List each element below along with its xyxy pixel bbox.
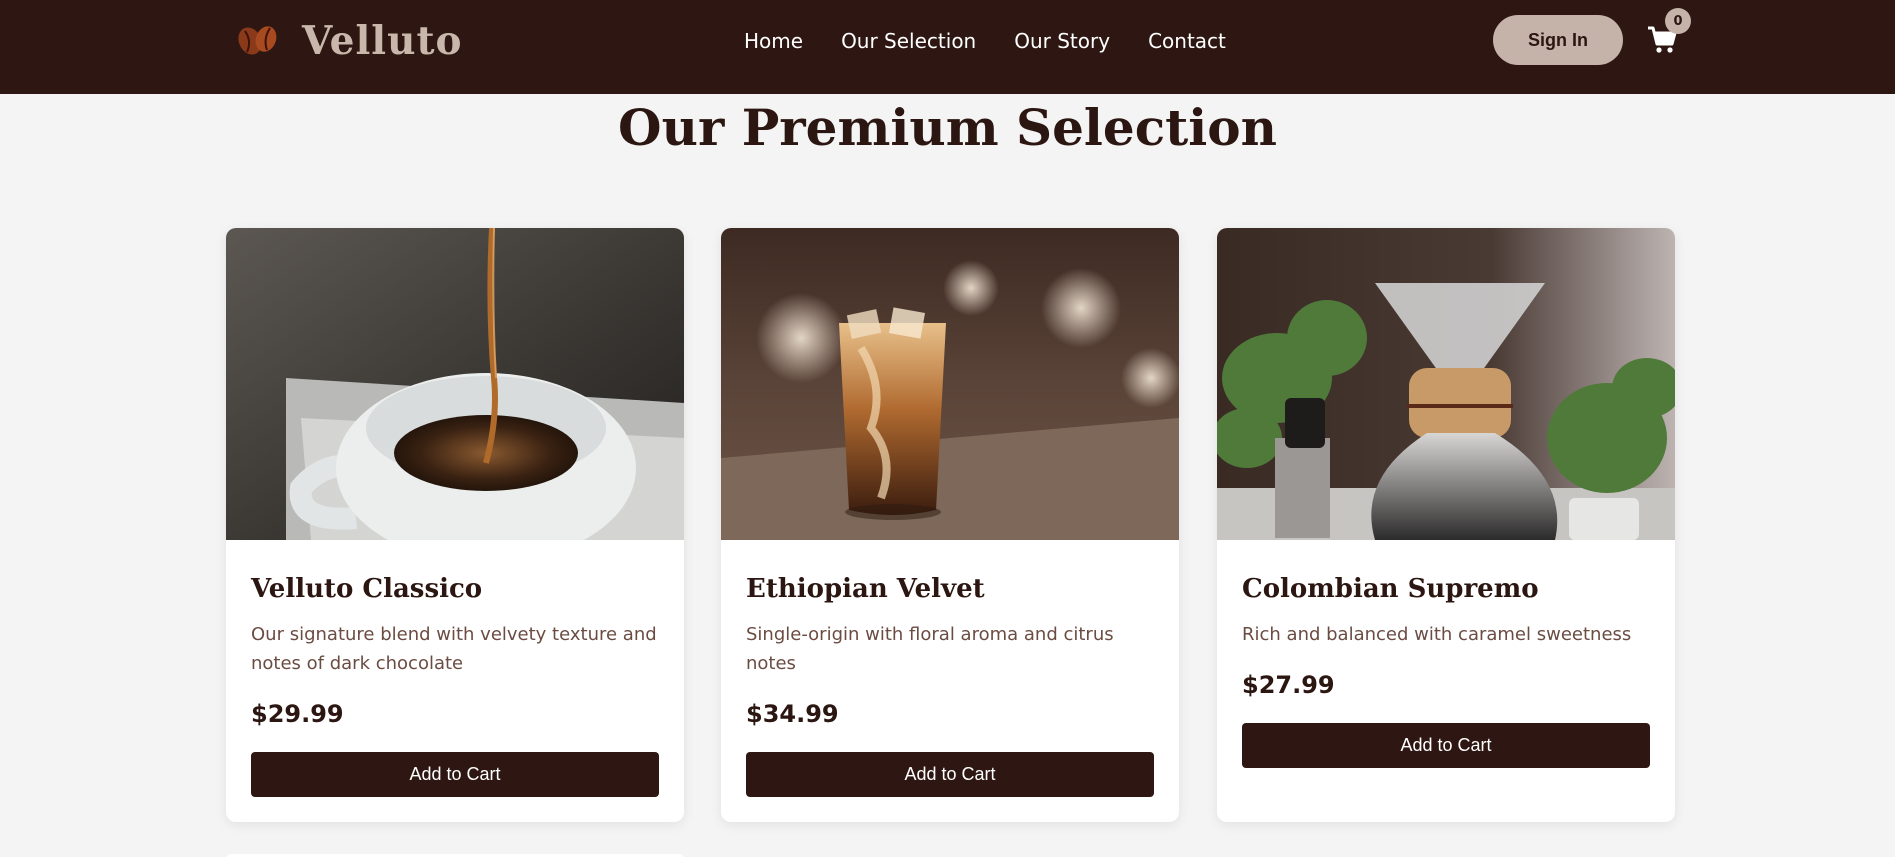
nav-item-contact[interactable]: Contact: [1148, 29, 1226, 53]
product-card: Ethiopian Velvet Single-origin with flor…: [721, 228, 1179, 822]
product-description: Our signature blend with velvety texture…: [251, 624, 657, 674]
cart-button[interactable]: 0: [1645, 8, 1691, 60]
product-description: Single-origin with floral aroma and citr…: [746, 624, 1114, 674]
product-price: $29.99: [251, 700, 344, 728]
product-price: $27.99: [1242, 671, 1335, 699]
product-card: Colombian Supremo Rich and balanced with…: [1217, 228, 1675, 822]
add-to-cart-button[interactable]: Add to Cart: [746, 752, 1154, 797]
page-title: Our Premium Selection: [618, 98, 1277, 157]
product-image: [1217, 228, 1675, 540]
main-nav: Home Our Selection Our Story Contact: [744, 26, 1264, 56]
add-to-cart-button[interactable]: Add to Cart: [1242, 723, 1650, 768]
coffee-beans-icon: [238, 26, 277, 55]
brand-name: Velluto: [302, 18, 463, 64]
product-name: Colombian Supremo: [1242, 574, 1539, 604]
sign-in-button[interactable]: Sign In: [1493, 15, 1623, 65]
nav-item-home[interactable]: Home: [744, 29, 803, 53]
product-price: $34.99: [746, 700, 839, 728]
product-card: Velluto Classico Our signature blend wit…: [226, 228, 684, 822]
add-to-cart-button[interactable]: Add to Cart: [251, 752, 659, 797]
product-description: Rich and balanced with caramel sweetness: [1242, 624, 1632, 645]
nav-item-our-selection[interactable]: Our Selection: [841, 29, 976, 53]
nav-item-our-story[interactable]: Our Story: [1014, 29, 1110, 53]
site-header: Velluto Home Our Selection Our Story Con…: [0, 0, 1895, 94]
brand-logo[interactable]: Velluto: [236, 14, 463, 68]
product-image: [721, 228, 1179, 540]
product-image: [226, 228, 684, 540]
product-name: Velluto Classico: [251, 574, 483, 604]
cart-count-badge: 0: [1665, 8, 1691, 34]
product-name: Ethiopian Velvet: [746, 574, 985, 604]
